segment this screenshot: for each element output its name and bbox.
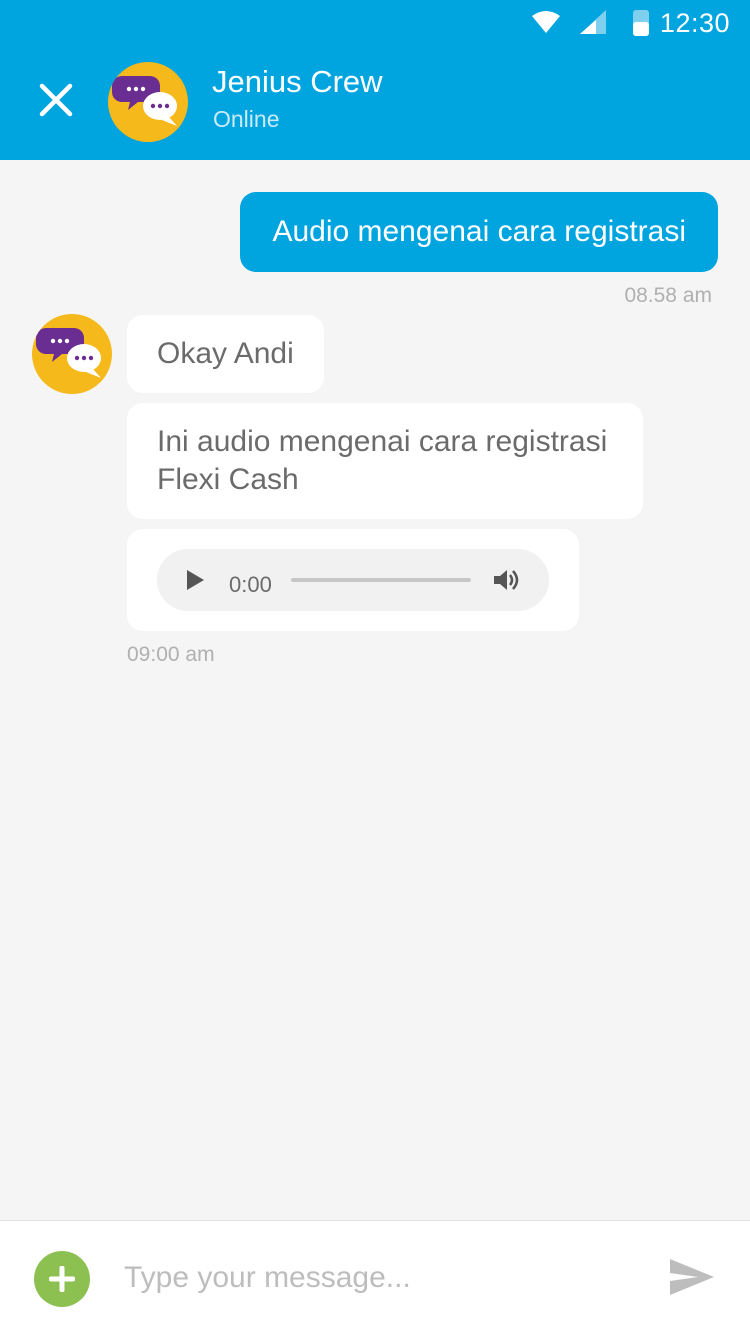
message-list[interactable]: Audio mengenai cara registrasi 08.58 am …: [0, 160, 750, 1220]
message-timestamp: 09:00 am: [127, 643, 215, 666]
message-timestamp: 08.58 am: [624, 284, 712, 307]
sender-avatar: [32, 314, 112, 394]
incoming-message: Okay Andi: [127, 315, 324, 393]
outgoing-message: Audio mengenai cara registrasi: [240, 192, 718, 272]
audio-message: 0:00: [127, 529, 579, 631]
chat-bubbles-icon: [112, 76, 177, 126]
audio-seek-bar[interactable]: [291, 578, 471, 582]
chat-bubbles-icon: [36, 328, 101, 378]
battery-icon: [633, 10, 649, 36]
send-button[interactable]: [668, 1257, 716, 1302]
message-composer: [0, 1220, 750, 1334]
audio-player: 0:00: [157, 549, 549, 611]
avatar: [108, 62, 188, 142]
message-input[interactable]: [112, 1247, 632, 1309]
wifi-icon: [532, 11, 560, 33]
status-time: 12:30: [659, 8, 730, 38]
signal-icon: [580, 10, 606, 34]
chat-title: Jenius Crew: [212, 64, 383, 99]
online-status: Online: [213, 106, 280, 132]
send-icon: [670, 1259, 714, 1295]
add-attachment-button[interactable]: [34, 1251, 90, 1307]
volume-icon[interactable]: [493, 568, 519, 592]
incoming-message: Ini audio mengenai cara registrasi Flexi…: [127, 403, 643, 519]
close-icon: [39, 83, 73, 117]
plus-icon: [49, 1266, 75, 1292]
status-bar: 12:30: [0, 0, 750, 48]
audio-current-time: 0:00: [229, 572, 272, 597]
close-button[interactable]: [34, 78, 78, 122]
app-header: 12:30 Jenius Crew Online: [0, 0, 750, 160]
play-icon[interactable]: [185, 569, 205, 591]
